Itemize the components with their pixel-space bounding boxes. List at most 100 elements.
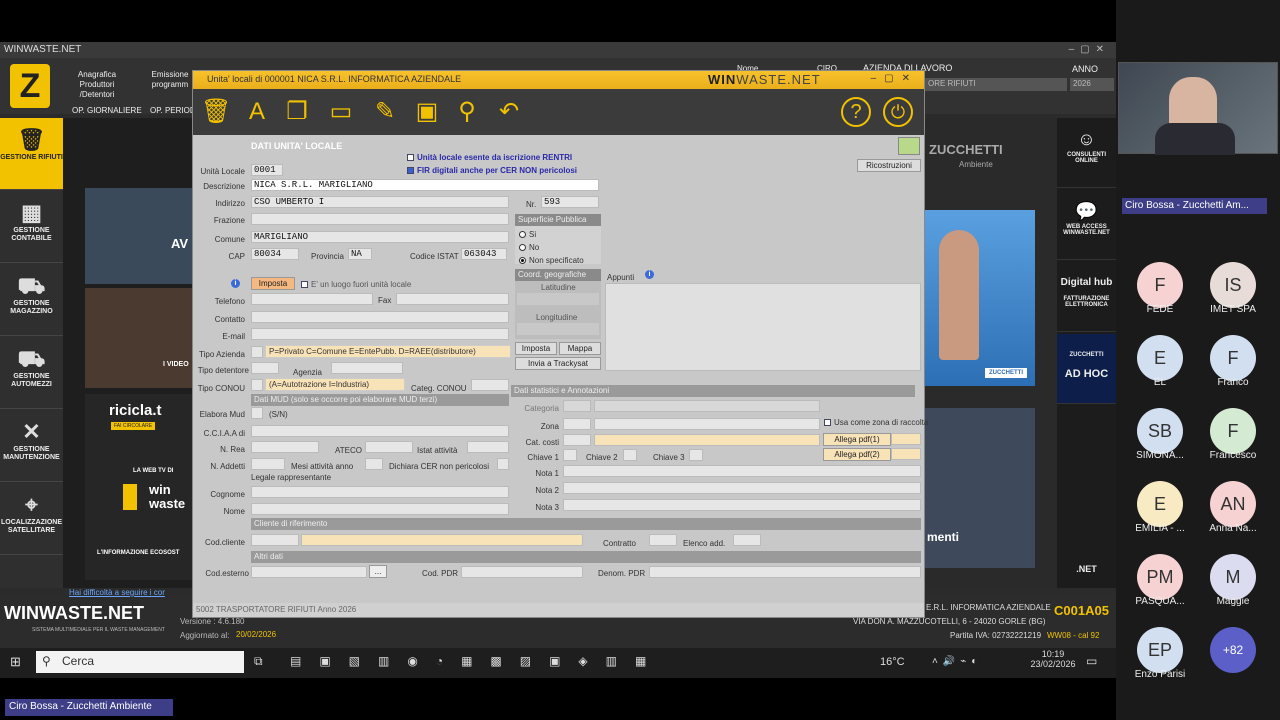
edit-icon[interactable]: ✎ [371,97,399,127]
tipo-azienda-field[interactable] [251,346,263,358]
nome-field[interactable] [251,503,509,515]
help-link[interactable]: Hai difficoltà a seguire i cor [69,588,165,597]
chiave2-field[interactable] [623,449,637,461]
categ-conou-field[interactable] [471,379,509,391]
nr-field[interactable]: 593 [541,196,599,208]
email-field[interactable] [251,328,509,340]
provincia-field[interactable]: NA [348,248,372,260]
nav-op-giornaliere[interactable]: OP. GIORNALIERE [72,106,142,116]
archive-icon[interactable]: ▣ [413,97,441,127]
nrea-field[interactable] [251,441,319,453]
taskbar-search[interactable]: ⚲ Cerca [36,651,244,673]
latitudine-field[interactable] [517,293,599,305]
participant-avatar[interactable]: E [1137,335,1183,381]
task-view-icon[interactable]: ⧉ [254,654,263,669]
participant-avatar[interactable]: AN [1210,481,1256,527]
allega-pdf1-button[interactable]: Allega pdf(1) [823,433,891,446]
power-icon[interactable]: ⏻ [883,97,913,127]
nota3-field[interactable] [563,499,921,511]
sidebar-item-contabile[interactable]: ▦ GESTIONE CONTABILE [0,191,63,263]
nav-op-period[interactable]: OP. PERIOD [150,106,196,116]
participant-avatar[interactable]: E [1137,481,1183,527]
folder-icon[interactable]: ▭ [327,97,355,127]
clock[interactable]: 10:19 23/02/2026 [1028,649,1078,669]
comune-field[interactable]: MARIGLIANO [251,231,509,243]
agenzia-field[interactable] [331,362,403,374]
sidebar-item-automezzi[interactable]: ⛟ GESTIONE AUTOMEZZI [0,337,63,409]
imposta-coord-button[interactable]: Imposta [515,342,557,355]
telefono-field[interactable] [251,293,373,305]
tile-consulenti[interactable]: ☺ CONSULENTI ONLINE [1057,118,1116,188]
cciaa-field[interactable] [251,425,509,437]
font-icon[interactable]: A [243,97,271,127]
mappa-button[interactable]: Mappa [559,342,601,355]
participant-avatar[interactable]: +82 [1210,627,1256,673]
categoria-desc[interactable] [594,400,820,412]
participant-avatar[interactable]: F [1210,408,1256,454]
participant-avatar[interactable]: F [1137,262,1183,308]
tray-icons[interactable]: ˄🔊⌁◐ [932,656,982,667]
frazione-field[interactable] [251,213,509,225]
cognome-field[interactable] [251,486,509,498]
categoria-code[interactable] [563,400,591,412]
back-arrow-icon[interactable]: ↶ [495,97,523,127]
zona-desc[interactable] [594,418,820,430]
sidebar-item-manutenzione[interactable]: ✕ GESTIONE MANUTENZIONE [0,410,63,482]
elenco-add-field[interactable] [733,534,761,546]
radio-no[interactable]: No [519,243,539,252]
sidebar-item-rifiuti[interactable]: 🗑 GESTIONE RIFIUTI [0,118,63,190]
tile-ad-hoc[interactable]: ZUCCHETTI AD HOC [1057,334,1116,404]
picture-icon[interactable] [898,137,920,155]
weather-temp[interactable]: 16°C [880,656,905,668]
allega-pdf2-value[interactable] [891,448,921,460]
nota2-field[interactable] [563,482,921,494]
tile-fatturazione[interactable]: Digital hub FATTURAZIONE ELETTRONICA [1057,262,1116,332]
delete-icon[interactable]: 🗑 [201,97,231,127]
cod-cliente-field[interactable] [251,534,299,546]
cod-esterno-browse-button[interactable]: ... [369,565,387,578]
descrizione-field[interactable]: NICA S.R.L. MARIGLIANO [251,179,599,191]
chiave1-field[interactable] [563,449,577,461]
notification-icon[interactable]: ▭ [1086,654,1097,668]
zona-code[interactable] [563,418,591,430]
contratto-field[interactable] [649,534,677,546]
imposta-luogo-button[interactable]: Imposta [251,277,295,290]
fax-field[interactable] [396,293,509,305]
tipo-detentore-field[interactable] [251,362,279,374]
nav-emissione[interactable]: Emissione programm [148,70,192,90]
window-controls[interactable]: –▢✕ [1069,44,1110,55]
chk-rentri[interactable]: Unità locale esente da iscrizione RENTRI [407,153,572,162]
radio-non-specificato[interactable]: Non specificato [519,256,584,265]
cat-costi-code[interactable] [563,434,591,446]
info-icon[interactable]: i [645,270,654,279]
tipo-conou-field[interactable] [251,379,263,391]
cod-pdr-field[interactable] [461,566,583,578]
contatto-field[interactable] [251,311,509,323]
dichiara-cer-field[interactable] [497,458,509,470]
istat-attivita-field[interactable] [467,441,509,453]
ateco-field[interactable] [365,441,413,453]
ricostruzioni-button[interactable]: Ricostruzioni [857,159,921,172]
appunti-textarea[interactable] [605,283,921,371]
sidebar-item-magazzino[interactable]: ⛟ GESTIONE MAGAZZINO [0,264,63,336]
windows-start-icon[interactable]: ⊞ [10,654,21,670]
cliente-desc-field[interactable] [301,534,583,546]
participant-avatar[interactable]: EP [1137,627,1183,673]
unita-locale-field[interactable]: 0001 [251,164,283,176]
participant-avatar[interactable]: PM [1137,554,1183,600]
radio-si[interactable]: Si [519,230,536,239]
naddetti-field[interactable] [251,458,285,470]
nota1-field[interactable] [563,465,921,477]
participant-avatar[interactable]: SB [1137,408,1183,454]
chk-fir-digitali[interactable]: FIR digitali anche per CER NON pericolos… [407,166,577,175]
trackysat-button[interactable]: Invia a Trackysat [515,357,601,370]
cod-esterno-field[interactable] [251,566,367,578]
istat-field[interactable]: 063043 [461,248,507,260]
cap-field[interactable]: 80034 [251,248,299,260]
azienda-select[interactable]: ORE RIFIUTI [925,78,1067,91]
sidebar-item-satellitare[interactable]: ⌖ LOCALIZZAZIONE SATELLITARE [0,483,63,555]
allega-pdf1-value[interactable] [891,433,921,445]
elabora-mud-field[interactable] [251,407,263,419]
cat-costi-desc[interactable] [594,434,820,446]
info-icon[interactable]: i [231,279,240,288]
